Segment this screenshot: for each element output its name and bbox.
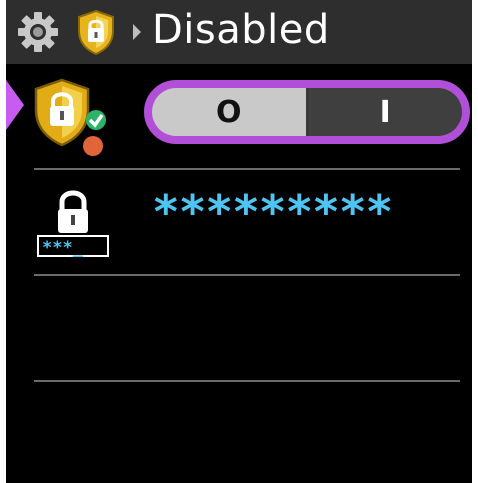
shield-lock-icon — [78, 9, 114, 55]
header-bar: Disabled — [6, 0, 472, 64]
empty-row — [6, 276, 472, 380]
toggle-on-label: I — [379, 94, 391, 130]
password-value[interactable]: ********* — [152, 186, 393, 238]
gear-icon[interactable] — [16, 10, 60, 54]
breadcrumb-arrow-icon — [133, 24, 141, 40]
password-lock-icon-text: ***_ — [42, 238, 84, 258]
security-toggle[interactable]: O I — [144, 80, 470, 144]
page-title: Disabled — [152, 7, 330, 53]
toggle-off-label: O — [215, 94, 242, 130]
password-lock-icon: ***_ — [37, 190, 109, 258]
device-screen: Disabled O I ***_ ********* — [6, 0, 472, 483]
empty-row — [6, 382, 472, 483]
toggle-off-option[interactable]: O — [152, 88, 309, 136]
focus-indicator-arrow — [6, 80, 24, 130]
shield-status-icon — [34, 78, 106, 156]
toggle-on-option[interactable]: I — [308, 88, 462, 136]
